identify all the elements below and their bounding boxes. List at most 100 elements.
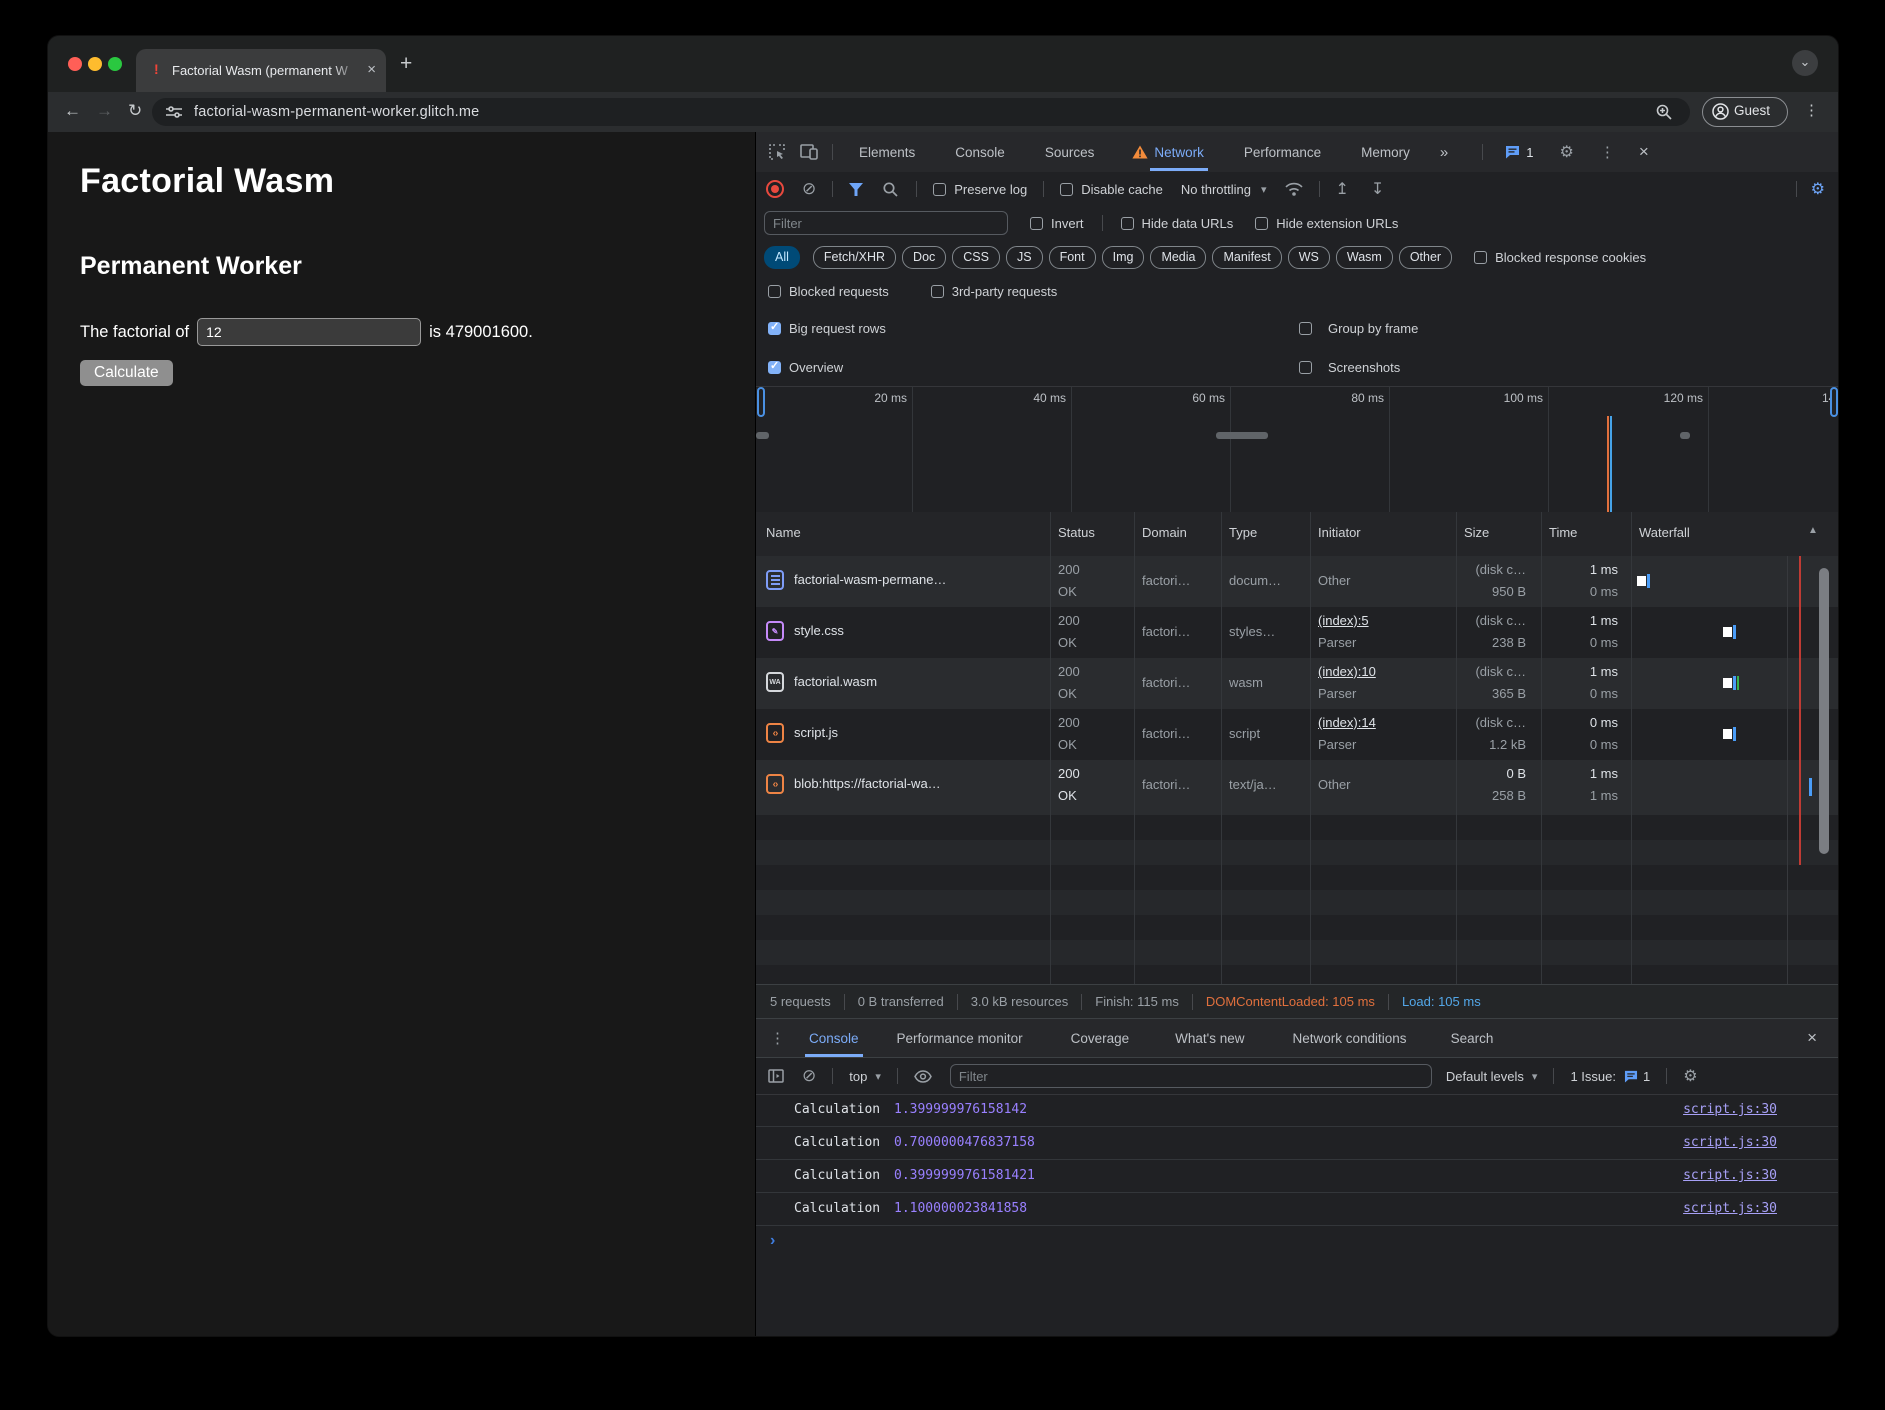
- console-prompt-chevron[interactable]: ›: [770, 1232, 775, 1250]
- more-tabs-icon[interactable]: »: [1440, 144, 1448, 161]
- console-settings-gear-icon[interactable]: ⚙: [1683, 1066, 1697, 1086]
- new-tab-button[interactable]: +: [400, 54, 412, 74]
- devtools-settings-gear-icon[interactable]: ⚙: [1560, 142, 1574, 162]
- drawer-kebab-icon[interactable]: ⋮: [770, 1029, 785, 1047]
- message-source-link[interactable]: script.js:30: [1683, 1168, 1777, 1183]
- record-network-log-button[interactable]: [766, 180, 784, 198]
- zoom-page-icon[interactable]: [1656, 104, 1672, 120]
- hide-data-urls-checkbox[interactable]: [1121, 217, 1134, 230]
- factorial-input[interactable]: [197, 318, 421, 346]
- preserve-log-checkbox[interactable]: [933, 183, 946, 196]
- issues-bubble-icon[interactable]: [1624, 1070, 1638, 1083]
- chip-all[interactable]: All: [764, 246, 800, 269]
- site-settings-icon[interactable]: [166, 105, 182, 119]
- tab-sources[interactable]: Sources: [1045, 145, 1095, 160]
- request-row-wasm[interactable]: WA factorial.wasm 200 OK factori… wasm (…: [756, 658, 1838, 709]
- initiator-link[interactable]: (index):14: [1318, 715, 1376, 730]
- col-time[interactable]: Time: [1549, 525, 1577, 540]
- table-scrollbar[interactable]: [1819, 568, 1829, 854]
- third-party-requests-checkbox[interactable]: [931, 285, 944, 298]
- chip-ws[interactable]: WS: [1288, 246, 1330, 269]
- tab-performance[interactable]: Performance: [1244, 145, 1321, 160]
- chip-doc[interactable]: Doc: [902, 246, 946, 269]
- console-filter-input[interactable]: [950, 1064, 1432, 1088]
- initiator-link[interactable]: (index):5: [1318, 613, 1369, 628]
- drawer-close-icon[interactable]: ×: [1807, 1028, 1817, 1048]
- message-source-link[interactable]: script.js:30: [1683, 1201, 1777, 1216]
- profile-button[interactable]: Guest: [1702, 97, 1788, 127]
- devtools-kebab-icon[interactable]: ⋮: [1600, 143, 1615, 161]
- chip-media[interactable]: Media: [1150, 246, 1206, 269]
- chip-font[interactable]: Font: [1049, 246, 1096, 269]
- group-by-frame-checkbox[interactable]: [1299, 322, 1312, 335]
- message-source-link[interactable]: script.js:30: [1683, 1102, 1777, 1117]
- back-button[interactable]: ←: [64, 101, 81, 121]
- issues-label[interactable]: 1 Issue:: [1570, 1069, 1616, 1084]
- throttling-select[interactable]: No throttling: [1181, 182, 1251, 197]
- traffic-zoom-button[interactable]: [108, 57, 122, 71]
- throttling-dropdown-icon[interactable]: ▾: [1261, 183, 1267, 196]
- invert-checkbox[interactable]: [1030, 217, 1043, 230]
- console-message[interactable]: Calculation 1.100000023841858 script.js:…: [756, 1193, 1838, 1226]
- chip-wasm[interactable]: Wasm: [1336, 246, 1393, 269]
- overview-right-handle[interactable]: [1830, 387, 1838, 417]
- chip-fetch-xhr[interactable]: Fetch/XHR: [813, 246, 896, 269]
- col-waterfall[interactable]: Waterfall: [1639, 525, 1690, 540]
- blocked-response-cookies-checkbox[interactable]: [1474, 251, 1487, 264]
- blocked-requests-checkbox[interactable]: [768, 285, 781, 298]
- chip-other[interactable]: Other: [1399, 246, 1452, 269]
- overview-checkbox[interactable]: [768, 361, 781, 374]
- big-request-rows-checkbox[interactable]: [768, 322, 781, 335]
- col-initiator[interactable]: Initiator: [1318, 525, 1361, 540]
- url-text[interactable]: factorial-wasm-permanent-worker.glitch.m…: [194, 104, 479, 120]
- request-row-blob[interactable]: ‹› blob:https://factorial-wa… 200 OK fac…: [756, 760, 1838, 815]
- clear-console-icon[interactable]: ⊘: [802, 1069, 816, 1083]
- initiator-link[interactable]: (index):10: [1318, 664, 1376, 679]
- execution-context-select[interactable]: top: [849, 1069, 867, 1084]
- overview-left-handle[interactable]: [757, 387, 765, 417]
- hide-extension-urls-checkbox[interactable]: [1255, 217, 1268, 230]
- browser-menu-kebab-icon[interactable]: ⋮: [1804, 101, 1819, 119]
- console-message[interactable]: Calculation 0.3999999761581421 script.js…: [756, 1160, 1838, 1193]
- clear-network-log-icon[interactable]: ⊘: [802, 182, 816, 196]
- drawer-tab-whats-new[interactable]: What's new: [1175, 1031, 1244, 1046]
- drawer-tab-search[interactable]: Search: [1451, 1031, 1494, 1046]
- drawer-tab-performance-monitor[interactable]: Performance monitor: [897, 1031, 1023, 1046]
- reload-button[interactable]: ↻: [128, 101, 142, 121]
- drawer-tab-coverage[interactable]: Coverage: [1071, 1031, 1130, 1046]
- traffic-minimize-button[interactable]: [88, 57, 102, 71]
- levels-dropdown-icon[interactable]: ▾: [1532, 1070, 1538, 1083]
- console-sidebar-icon[interactable]: [768, 1069, 784, 1083]
- traffic-close-button[interactable]: [68, 57, 82, 71]
- screenshots-checkbox[interactable]: [1299, 361, 1312, 374]
- message-source-link[interactable]: script.js:30: [1683, 1135, 1777, 1150]
- tab-console[interactable]: Console: [955, 145, 1005, 160]
- network-overview-timeline[interactable]: 20 ms 40 ms 60 ms 80 ms 100 ms 120 ms 14: [756, 386, 1838, 513]
- chip-css[interactable]: CSS: [952, 246, 1000, 269]
- tab-network[interactable]: Network: [1154, 145, 1204, 160]
- device-toolbar-icon[interactable]: [800, 144, 818, 160]
- col-type[interactable]: Type: [1229, 525, 1257, 540]
- col-domain[interactable]: Domain: [1142, 525, 1187, 540]
- search-icon[interactable]: [883, 182, 898, 197]
- console-message[interactable]: Calculation 0.7000000476837158 script.js…: [756, 1127, 1838, 1160]
- default-levels-select[interactable]: Default levels: [1446, 1069, 1524, 1084]
- browser-tab[interactable]: ! Factorial Wasm (permanent W ×: [136, 49, 386, 92]
- console-message[interactable]: Calculation 1.399999976158142 script.js:…: [756, 1094, 1838, 1127]
- export-har-icon[interactable]: ↧: [1371, 179, 1384, 199]
- issues-bubble-icon[interactable]: [1505, 145, 1520, 159]
- chip-img[interactable]: Img: [1102, 246, 1145, 269]
- calculate-button[interactable]: Calculate: [80, 360, 173, 386]
- forward-button[interactable]: →: [96, 101, 113, 121]
- import-har-icon[interactable]: ↥: [1336, 179, 1349, 199]
- tab-memory[interactable]: Memory: [1361, 145, 1410, 160]
- request-row-stylesheet[interactable]: ✎ style.css 200 OK factori… styles… (ind…: [756, 607, 1838, 658]
- network-settings-gear-icon[interactable]: ⚙: [1811, 179, 1825, 199]
- context-dropdown-icon[interactable]: ▾: [875, 1070, 881, 1083]
- request-row-script[interactable]: ‹› script.js 200 OK factori… script (ind…: [756, 709, 1838, 760]
- chip-manifest[interactable]: Manifest: [1212, 246, 1281, 269]
- filter-funnel-icon[interactable]: [849, 183, 863, 196]
- network-filter-input[interactable]: [764, 211, 1008, 235]
- tab-close-icon[interactable]: ×: [367, 61, 376, 78]
- tab-search-chevron-button[interactable]: ⌄: [1792, 50, 1818, 76]
